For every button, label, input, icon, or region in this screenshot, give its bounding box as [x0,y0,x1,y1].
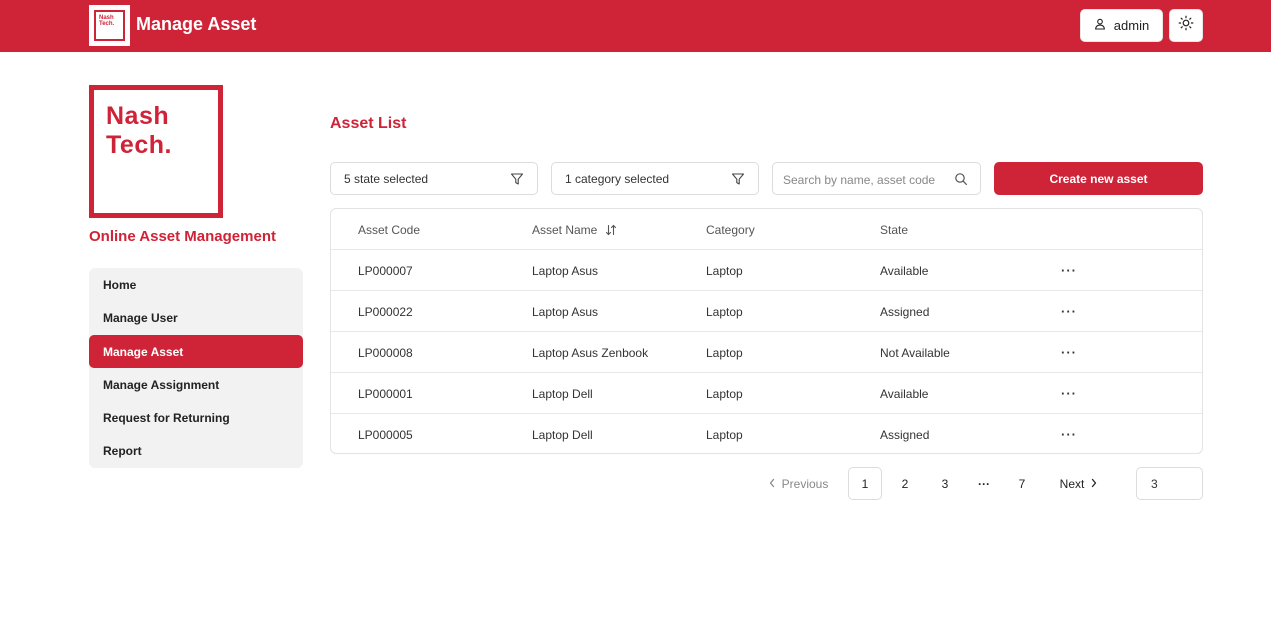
state-cell: Available [880,386,929,401]
column-header-category[interactable]: Category [706,209,755,250]
search-input[interactable] [783,171,948,188]
asset-table: Asset Code Asset Name Category State LP0… [330,208,1203,454]
state-cell: Assigned [880,304,930,319]
brand-logo-line2: Tech. [106,131,172,159]
user-name: admin [1113,18,1150,33]
page-title: Asset List [330,115,407,132]
sidebar-item-report[interactable]: Report [89,434,303,467]
sort-icon[interactable] [605,224,617,236]
asset-name-cell: Laptop Asus [532,263,599,278]
column-header-state[interactable]: State [880,209,908,250]
search-icon[interactable] [954,172,968,191]
pagination-next-label: Next [1059,476,1085,491]
sun-icon [1178,15,1194,36]
top-logo[interactable]: Nash Tech. [89,5,130,46]
pagination-page-1[interactable]: 1 [848,467,882,500]
pagination-next-button[interactable]: Next [1054,467,1104,500]
asset-code-cell: LP000001 [358,386,413,401]
sidebar-item-home[interactable]: Home [89,268,303,301]
table-row[interactable]: LP000005 Laptop Dell Laptop Assigned ··· [331,414,1202,453]
go-to-page-input[interactable]: 3 [1136,467,1203,500]
asset-name-cell: Laptop Dell [532,386,593,401]
category-filter-label: 1 category selected [565,171,670,186]
row-actions-button[interactable]: ··· [1061,291,1077,332]
table-row[interactable]: LP000022 Laptop Asus Laptop Assigned ··· [331,291,1202,332]
filter-icon [731,172,745,189]
pagination-previous-button[interactable]: Previous [762,467,834,500]
brand-logo-line1: Nash [106,102,170,130]
table-row[interactable]: LP000001 Laptop Dell Laptop Available ··… [331,373,1202,414]
asset-code-cell: LP000008 [358,345,413,360]
user-icon [1094,18,1106,33]
state-filter[interactable]: 5 state selected [330,162,538,195]
category-cell: Laptop [706,345,743,360]
top-logo-mark: Nash Tech. [94,10,125,41]
column-header-asset-code[interactable]: Asset Code [358,209,420,250]
category-cell: Laptop [706,304,743,319]
category-cell: Laptop [706,427,743,442]
row-actions-button[interactable]: ··· [1061,250,1077,291]
asset-name-cell: Laptop Asus Zenbook [532,345,649,360]
user-menu-button[interactable]: admin [1080,9,1163,42]
row-actions-button[interactable]: ··· [1061,373,1077,414]
app-name: Online Asset Management [89,228,276,245]
asset-code-cell: LP000007 [358,263,413,278]
table-row[interactable]: LP000008 Laptop Asus Zenbook Laptop Not … [331,332,1202,373]
search-box [772,162,981,195]
state-cell: Available [880,263,929,278]
create-new-asset-button[interactable]: Create new asset [994,162,1203,195]
category-cell: Laptop [706,386,743,401]
state-cell: Assigned [880,427,930,442]
theme-toggle-button[interactable] [1169,9,1203,42]
header-title: Manage Asset [136,14,257,34]
filter-icon [510,172,524,189]
pagination-page-2[interactable]: 2 [888,467,922,500]
top-bar: Nash Tech. Manage Asset admin [0,0,1271,52]
sidebar-item-manage-user[interactable]: Manage User [89,301,303,334]
column-header-asset-name[interactable]: Asset Name [532,209,617,250]
sidebar-item-request-for-returning[interactable]: Request for Returning [89,401,303,434]
column-header-asset-name-label: Asset Name [532,222,598,237]
asset-name-cell: Laptop Dell [532,427,593,442]
state-filter-label: 5 state selected [344,171,429,186]
table-row[interactable]: LP000007 Laptop Asus Laptop Available ··… [331,250,1202,291]
pagination-page-3[interactable]: 3 [928,467,962,500]
brand-logo: Nash Tech. [89,85,223,218]
chevron-left-icon [768,477,776,491]
sidebar-item-manage-assignment[interactable]: Manage Assignment [89,368,303,401]
asset-name-cell: Laptop Asus [532,304,599,319]
pagination-previous-label: Previous [781,476,829,491]
table-header-row: Asset Code Asset Name Category State [331,209,1202,250]
top-logo-line2: Tech. [99,21,115,27]
sidebar-nav: Home Manage User Manage Asset Manage Ass… [89,268,303,468]
chevron-right-icon [1090,477,1098,491]
row-actions-button[interactable]: ··· [1061,414,1077,453]
pagination-ellipsis[interactable]: ··· [967,467,1001,500]
row-actions-button[interactable]: ··· [1061,332,1077,373]
asset-code-cell: LP000005 [358,427,413,442]
sidebar-item-manage-asset[interactable]: Manage Asset [89,335,303,368]
asset-code-cell: LP000022 [358,304,413,319]
category-filter[interactable]: 1 category selected [551,162,759,195]
category-cell: Laptop [706,263,743,278]
state-cell: Not Available [880,345,950,360]
pagination-page-7[interactable]: 7 [1005,467,1039,500]
